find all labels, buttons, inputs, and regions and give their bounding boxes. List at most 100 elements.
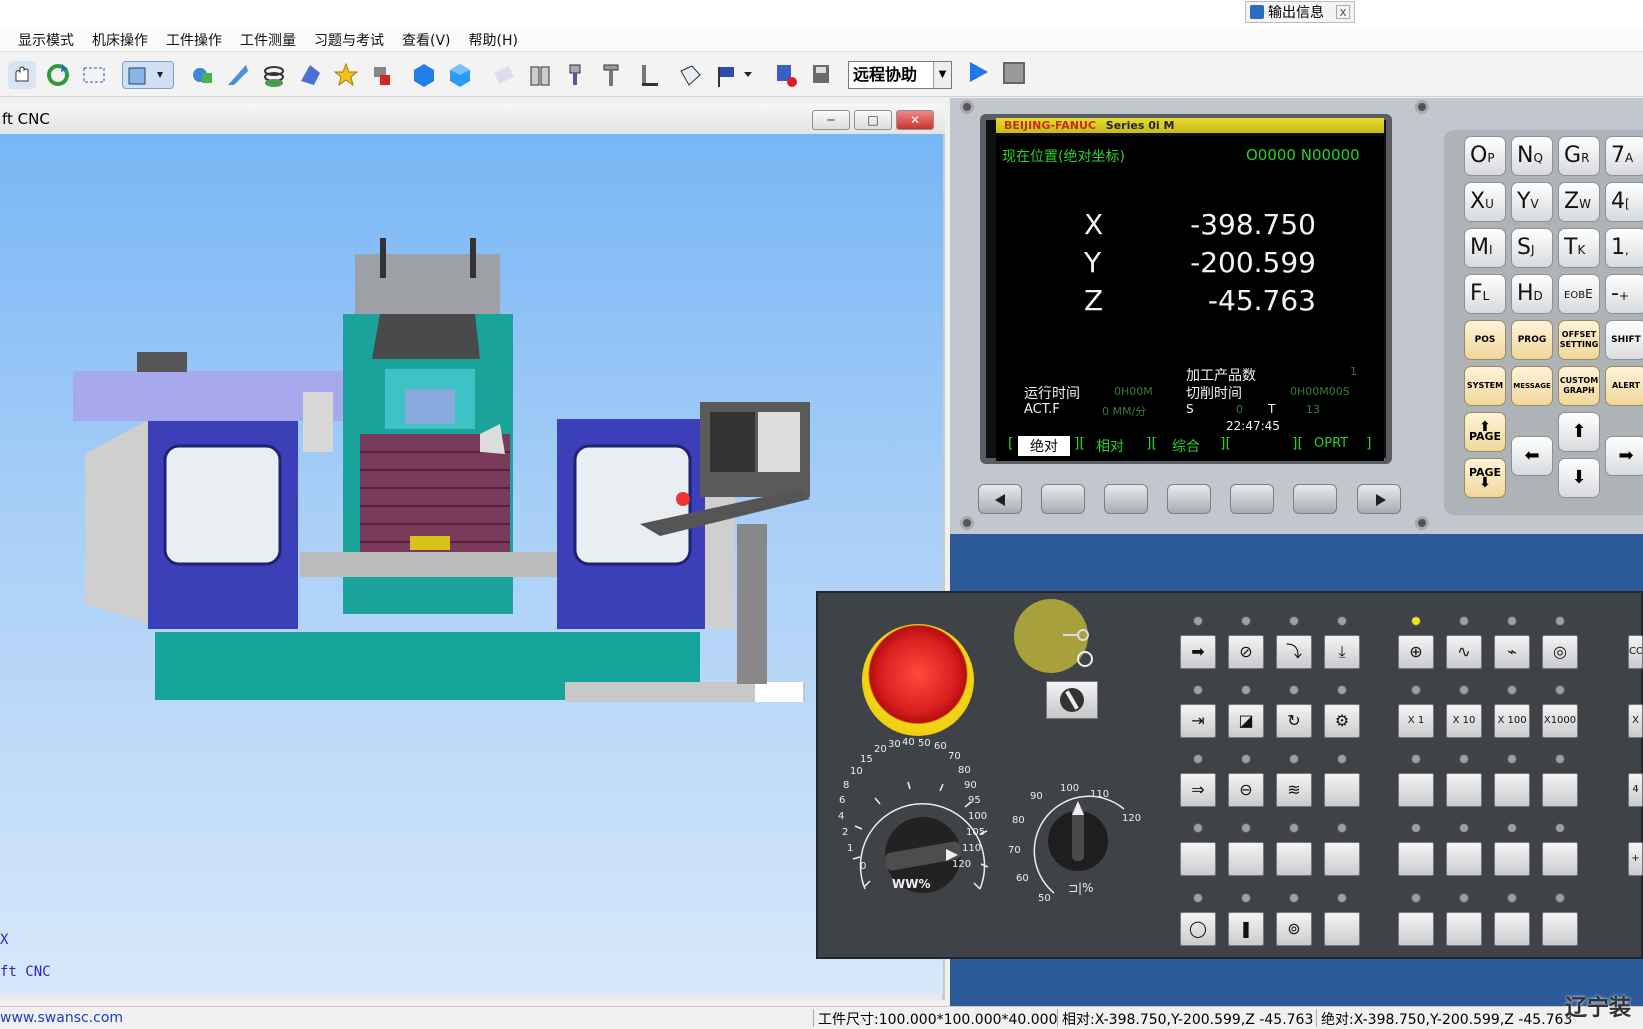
panel-button-skip[interactable]: ◪ <box>1228 704 1264 738</box>
panel-button-right-r3c0[interactable] <box>1398 842 1434 876</box>
view-icon[interactable] <box>122 61 174 89</box>
panel-button-right-r4c3[interactable] <box>1542 912 1578 946</box>
panel-button-single-block[interactable]: ⇥ <box>1180 704 1216 738</box>
chevron-down-icon[interactable]: ▼ <box>933 62 951 88</box>
softkey-relative[interactable]: 相对 <box>1096 436 1124 456</box>
panel-button-r3c1[interactable] <box>1228 842 1264 876</box>
key-t[interactable]: TK <box>1558 228 1600 268</box>
panel-button-cycle-start[interactable]: ◯ <box>1180 912 1216 946</box>
menu-workpiece-operation[interactable]: 工件操作 <box>166 30 222 50</box>
tool-height-icon[interactable] <box>598 61 626 89</box>
play-icon[interactable] <box>970 62 988 82</box>
key-g[interactable]: GR <box>1558 136 1600 176</box>
pan-icon[interactable] <box>8 61 36 89</box>
star-icon[interactable] <box>332 61 360 89</box>
flag-icon[interactable] <box>714 61 758 89</box>
panel-button-r3c3[interactable] <box>1324 842 1360 876</box>
cut-icon[interactable] <box>224 61 252 89</box>
spindle-icon[interactable] <box>562 61 590 89</box>
emergency-stop-button[interactable] <box>862 624 974 736</box>
measure-icon[interactable] <box>188 61 216 89</box>
softkey-left-arrow[interactable] <box>978 484 1022 514</box>
panel-button-r4c3[interactable] <box>1324 912 1360 946</box>
key-offset-setting[interactable]: OFFSET SETTING <box>1558 320 1600 360</box>
multiplier-button[interactable]: X 10 <box>1446 704 1482 738</box>
right-edge-button[interactable]: CO <box>1628 635 1643 669</box>
key-1[interactable]: 1, <box>1605 228 1643 268</box>
key-cursor-up[interactable]: ⬆ <box>1558 412 1600 452</box>
panel-button-option-stop[interactable]: ⚙ <box>1324 704 1360 738</box>
stock-icon[interactable] <box>676 61 704 89</box>
key-f[interactable]: FL <box>1464 274 1506 314</box>
softkey-right-arrow[interactable] <box>1357 484 1401 514</box>
panel-button-ref[interactable]: ⇒ <box>1180 773 1216 807</box>
cube-blue2-icon[interactable] <box>446 61 474 89</box>
panel-button-r3c0[interactable] <box>1180 842 1216 876</box>
softkey-button-3[interactable] <box>1167 484 1211 514</box>
panel-button-right-r4c0[interactable] <box>1398 912 1434 946</box>
panel-button-hand[interactable]: ≋ <box>1276 773 1312 807</box>
panel-button-right-r3c2[interactable] <box>1494 842 1530 876</box>
panel-button-right-r4c2[interactable] <box>1494 912 1530 946</box>
save-as-icon[interactable] <box>808 61 836 89</box>
right-edge-button[interactable]: + <box>1628 842 1643 876</box>
key-page-up[interactable]: ⬆ PAGE <box>1464 412 1506 452</box>
panel-button-right-r2c1[interactable] <box>1446 773 1482 807</box>
key-system[interactable]: SYSTEM <box>1464 366 1506 406</box>
panel-button-r2c3[interactable] <box>1324 773 1360 807</box>
panel-button-right-r0c0[interactable]: ⊕ <box>1398 635 1434 669</box>
key-7[interactable]: 7A <box>1605 136 1643 176</box>
menu-machine-operation[interactable]: 机床操作 <box>92 30 148 50</box>
panel-button-right-r2c0[interactable] <box>1398 773 1434 807</box>
menu-view[interactable]: 查看(V) <box>402 30 451 50</box>
key-pos[interactable]: POS <box>1464 320 1506 360</box>
panel-button-right-r0c3[interactable]: ◎ <box>1542 635 1578 669</box>
select-icon[interactable] <box>80 61 108 89</box>
softkey-button-4[interactable] <box>1230 484 1274 514</box>
panel-button-dnc[interactable]: ⤓ <box>1324 635 1360 669</box>
key-x[interactable]: XU <box>1464 182 1506 222</box>
panel-button-m00[interactable]: ⊚ <box>1276 912 1312 946</box>
key-eob[interactable]: EOBE <box>1558 274 1600 314</box>
refresh-icon[interactable] <box>44 61 72 89</box>
panel-button-right-r2c2[interactable] <box>1494 773 1530 807</box>
remote-assist-combo[interactable]: 远程协助 ▼ <box>848 61 952 89</box>
panel-button-right-r0c2[interactable]: ⌁ <box>1494 635 1530 669</box>
mode-key-switch[interactable] <box>1046 681 1098 719</box>
key-s[interactable]: SJ <box>1511 228 1553 268</box>
softkey-button-2[interactable] <box>1104 484 1148 514</box>
close-icon[interactable]: x <box>1336 5 1350 19</box>
softkey-button-5[interactable] <box>1293 484 1337 514</box>
close-button[interactable]: ✕ <box>896 110 934 130</box>
key-cursor-left[interactable]: ⬅ <box>1511 436 1553 476</box>
tool-length-icon[interactable] <box>634 61 662 89</box>
tool-icon[interactable] <box>368 61 396 89</box>
key-z[interactable]: ZW <box>1558 182 1600 222</box>
multiplier-button[interactable]: X 100 <box>1494 704 1530 738</box>
right-edge-button[interactable]: X <box>1628 704 1643 738</box>
panel-button-r3c2[interactable] <box>1276 842 1312 876</box>
key-shift[interactable]: SHIFT <box>1605 320 1643 360</box>
panel-button-mdi[interactable]: ⤵ <box>1276 635 1312 669</box>
cube-blue-icon[interactable] <box>410 61 438 89</box>
softkey-oprt[interactable]: OPRT <box>1314 436 1348 451</box>
menu-help[interactable]: 帮助(H) <box>469 30 518 50</box>
stop-icon[interactable] <box>1003 62 1025 84</box>
panel-button-restart[interactable]: ↻ <box>1276 704 1312 738</box>
panel-button-feed-hold[interactable]: ❚ <box>1228 912 1264 946</box>
key-cursor-right[interactable]: ➡ <box>1605 436 1643 476</box>
key-custom-graph[interactable]: CUSTOM GRAPH <box>1558 366 1600 406</box>
panel-button-right-r3c1[interactable] <box>1446 842 1482 876</box>
menu-workpiece-measure[interactable]: 工件测量 <box>240 30 296 50</box>
key-m[interactable]: MI <box>1464 228 1506 268</box>
multiplier-button[interactable]: X 1 <box>1398 704 1434 738</box>
panel-button-auto[interactable]: ➡ <box>1180 635 1216 669</box>
key-prog[interactable]: PROG <box>1511 320 1553 360</box>
website-link[interactable]: www.swansc.com <box>0 1010 123 1026</box>
fixture-icon[interactable] <box>526 61 554 89</box>
key-4[interactable]: 4[ <box>1605 182 1643 222</box>
key-n[interactable]: NQ <box>1511 136 1553 176</box>
multiplier-button[interactable]: X1000 <box>1542 704 1578 738</box>
menu-display-mode[interactable]: 显示模式 <box>18 30 74 50</box>
panel-button-right-r0c1[interactable]: ∿ <box>1446 635 1482 669</box>
